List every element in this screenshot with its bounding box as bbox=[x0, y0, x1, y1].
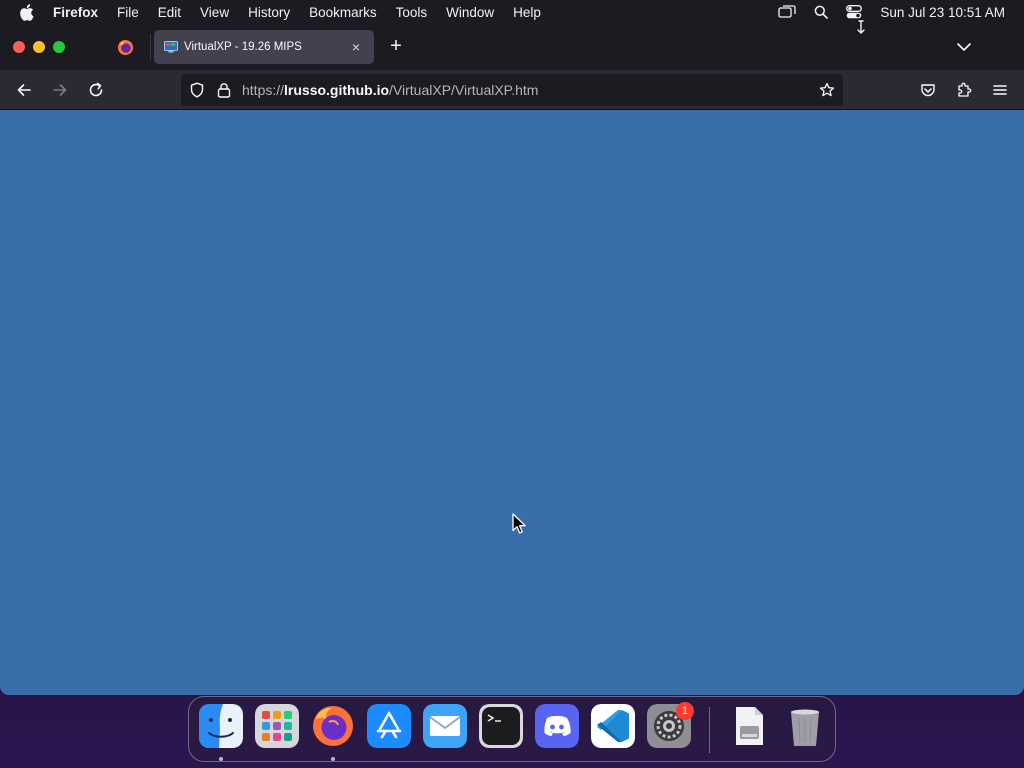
reload-button[interactable] bbox=[87, 81, 105, 99]
notification-badge: 1 bbox=[676, 702, 694, 720]
menu-help[interactable]: Help bbox=[513, 5, 541, 20]
puzzle-piece-icon bbox=[958, 82, 972, 97]
new-tab-button[interactable]: + bbox=[388, 36, 404, 56]
menu-edit[interactable]: Edit bbox=[158, 5, 181, 20]
url-host: lrusso.github.io bbox=[284, 82, 390, 98]
menu-view[interactable]: View bbox=[200, 5, 229, 20]
monitor-favicon-icon bbox=[164, 41, 178, 53]
launchpad-icon[interactable] bbox=[255, 704, 299, 748]
minimize-window-button[interactable] bbox=[33, 41, 45, 53]
close-window-button[interactable] bbox=[13, 41, 25, 53]
arrow-left-icon bbox=[17, 84, 31, 96]
app-store-icon[interactable] bbox=[367, 704, 411, 748]
arrow-right-icon bbox=[53, 84, 67, 96]
zoom-window-button[interactable] bbox=[53, 41, 65, 53]
reload-icon bbox=[89, 82, 103, 97]
menu-bar-clock[interactable]: Sun Jul 23 10:51 AM bbox=[880, 5, 1005, 20]
discord-icon[interactable] bbox=[535, 704, 579, 748]
apple-menu-icon[interactable] bbox=[19, 3, 35, 21]
terminal-icon[interactable] bbox=[479, 704, 523, 748]
menu-tools[interactable]: Tools bbox=[396, 5, 428, 20]
forward-button[interactable] bbox=[51, 81, 69, 99]
hamburger-menu-icon bbox=[993, 85, 1007, 95]
shield-icon[interactable] bbox=[189, 82, 205, 98]
menu-bookmarks[interactable]: Bookmarks bbox=[309, 5, 377, 20]
firefox-icon[interactable] bbox=[311, 704, 355, 748]
search-icon[interactable] bbox=[814, 5, 829, 19]
chevron-down-icon[interactable] bbox=[956, 39, 972, 55]
tab-virtualxp[interactable]: VirtualXP - 19.26 MIPS × bbox=[154, 30, 374, 64]
url-scheme: https:// bbox=[242, 82, 285, 98]
menu-app-firefox[interactable]: Firefox bbox=[53, 5, 98, 20]
pocket-button[interactable] bbox=[919, 81, 937, 99]
address-bar[interactable]: https://lrusso.github.io/VirtualXP/Virtu… bbox=[181, 74, 843, 106]
window-controls bbox=[13, 41, 73, 53]
app-menu-button[interactable] bbox=[991, 81, 1009, 99]
disk-image-icon[interactable] bbox=[727, 704, 771, 748]
trash-icon[interactable] bbox=[783, 704, 827, 748]
menu-bar-status: Sun Jul 23 10:51 AM bbox=[778, 0, 1024, 24]
tab-separator bbox=[150, 34, 151, 60]
control-center-icon[interactable] bbox=[846, 5, 863, 19]
menu-file[interactable]: File bbox=[117, 5, 139, 20]
resize-cursor-icon bbox=[857, 20, 865, 34]
url-path: /VirtualXP/VirtualXP.htm bbox=[389, 82, 539, 98]
firefox-running-indicator bbox=[331, 757, 335, 761]
lock-icon[interactable] bbox=[217, 82, 231, 98]
mail-icon[interactable] bbox=[423, 704, 467, 748]
tab-title: VirtualXP - 19.26 MIPS bbox=[184, 41, 302, 53]
menu-window[interactable]: Window bbox=[446, 5, 494, 20]
extensions-button[interactable] bbox=[955, 81, 973, 99]
tab-strip: VirtualXP - 19.26 MIPS × + bbox=[0, 24, 1024, 70]
close-tab-icon[interactable]: × bbox=[348, 39, 364, 55]
menu-bar: Firefox File Edit View History Bookmarks… bbox=[0, 0, 1024, 24]
page-content-virtualxp[interactable] bbox=[0, 111, 1024, 695]
vscode-icon[interactable] bbox=[591, 704, 635, 748]
url-text: https://lrusso.github.io/VirtualXP/Virtu… bbox=[242, 82, 538, 98]
back-button[interactable] bbox=[15, 81, 33, 99]
menu-history[interactable]: History bbox=[248, 5, 290, 20]
bookmark-star-icon[interactable] bbox=[819, 82, 835, 98]
navigation-toolbar: https://lrusso.github.io/VirtualXP/Virtu… bbox=[0, 70, 1024, 110]
display-icon[interactable] bbox=[778, 5, 797, 19]
pocket-icon bbox=[921, 84, 935, 97]
finder-running-indicator bbox=[219, 757, 223, 761]
dock: 1 bbox=[188, 696, 836, 762]
dock-separator bbox=[709, 707, 710, 753]
firefox-window: VirtualXP - 19.26 MIPS × + https://lruss… bbox=[0, 24, 1024, 695]
finder-icon[interactable] bbox=[199, 704, 243, 748]
firefox-view-icon[interactable] bbox=[117, 39, 134, 56]
mouse-cursor-icon bbox=[512, 513, 526, 534]
